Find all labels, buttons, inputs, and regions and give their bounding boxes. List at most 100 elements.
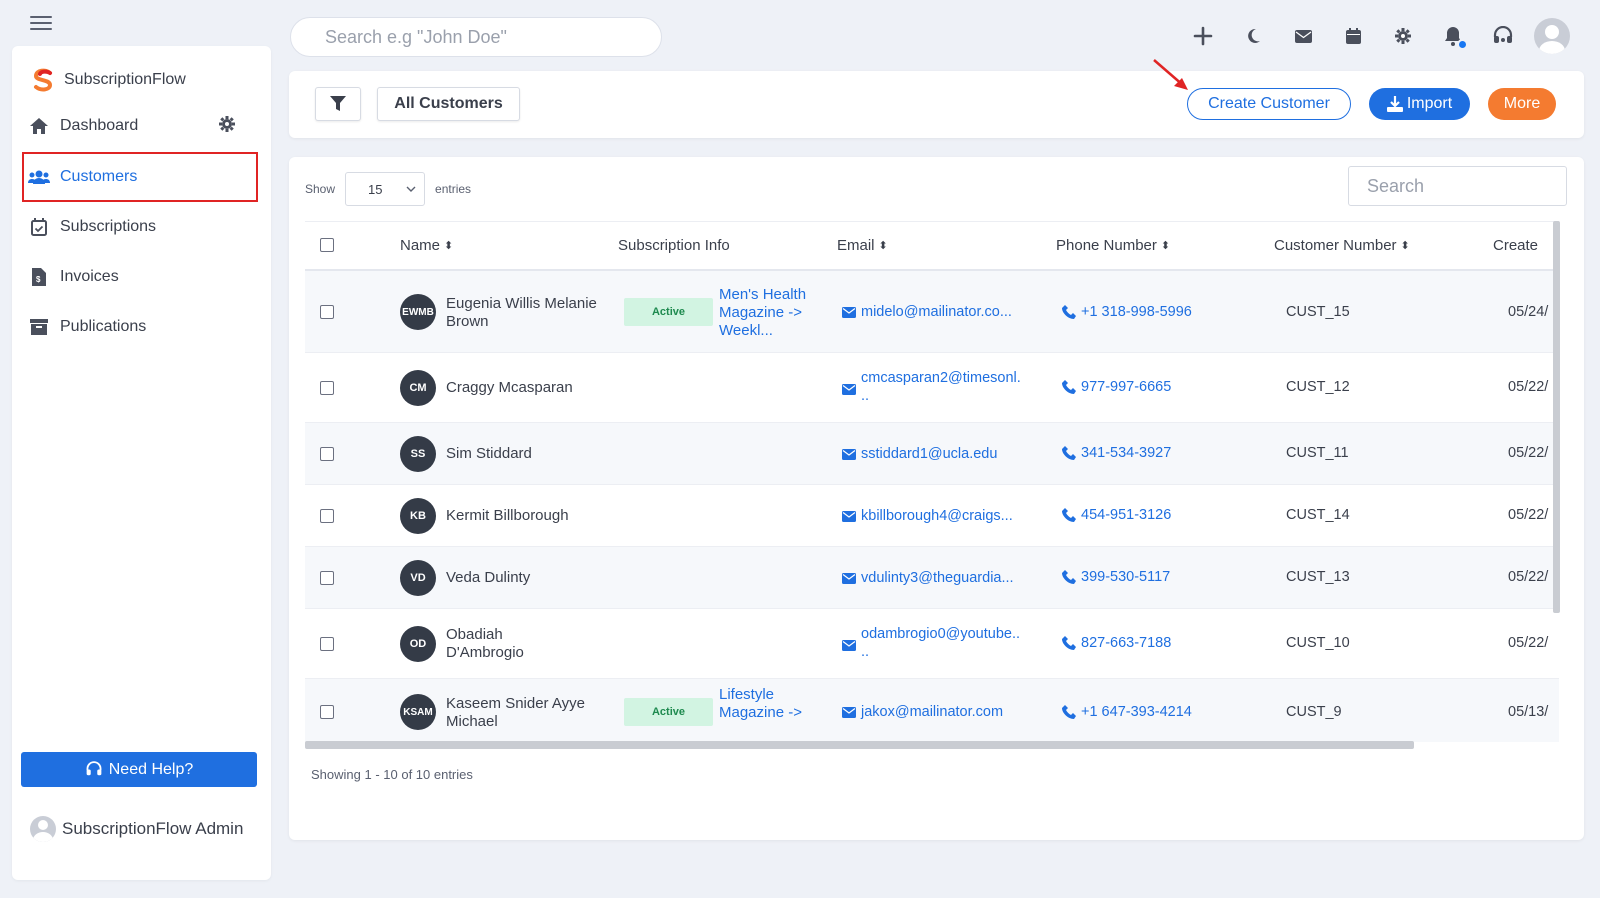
brand[interactable]: SubscriptionFlow bbox=[32, 68, 186, 92]
gear-icon[interactable] bbox=[1378, 14, 1428, 58]
sidebar-item-customers[interactable]: Customers bbox=[28, 157, 248, 197]
sidebar-item-dashboard[interactable]: Dashboard bbox=[28, 106, 248, 146]
moon-icon[interactable] bbox=[1228, 14, 1278, 58]
calendar-check-icon bbox=[28, 216, 50, 238]
customer-number: CUST_13 bbox=[1286, 569, 1350, 585]
sidebar-item-invoices[interactable]: $ Invoices bbox=[28, 257, 248, 297]
created-date: 05/22/ bbox=[1508, 635, 1549, 651]
phone-link[interactable]: 399-530-5117 bbox=[1062, 569, 1242, 585]
horizontal-scrollbar[interactable] bbox=[305, 741, 1414, 749]
customer-number: CUST_14 bbox=[1286, 507, 1350, 523]
hamburger-menu-icon[interactable] bbox=[30, 16, 52, 32]
row-checkbox[interactable] bbox=[320, 447, 334, 461]
filter-button[interactable] bbox=[315, 87, 361, 121]
customer-name[interactable]: Kermit Billborough bbox=[446, 507, 616, 525]
entries-select[interactable]: 15 bbox=[345, 172, 426, 206]
customer-number: CUST_11 bbox=[1286, 445, 1349, 461]
archive-icon bbox=[28, 316, 50, 338]
sort-icon: ⬍ bbox=[444, 240, 454, 252]
email-link[interactable]: sstiddard1@ucla.edu bbox=[842, 445, 1042, 463]
notification-dot bbox=[1457, 39, 1468, 50]
vertical-scrollbar[interactable] bbox=[1553, 221, 1560, 613]
table-row[interactable]: CM Craggy Mcasparan cmcasparan2@timesonl… bbox=[305, 353, 1559, 423]
more-button[interactable]: More bbox=[1488, 88, 1556, 120]
email-link[interactable]: cmcasparan2@timesonl. .. bbox=[842, 369, 1022, 405]
action-bar: All Customers Create Customer Import Mor… bbox=[289, 71, 1584, 138]
sidebar-item-subscriptions[interactable]: Subscriptions bbox=[28, 207, 248, 247]
svg-text:$: $ bbox=[36, 275, 41, 284]
row-checkbox[interactable] bbox=[320, 305, 334, 319]
created-date: 05/22/ bbox=[1508, 569, 1549, 585]
email-text: jakox@mailinator.com bbox=[861, 704, 1004, 720]
created-date: 05/22/ bbox=[1508, 507, 1549, 523]
email-link[interactable]: jakox@mailinator.com bbox=[842, 703, 1042, 721]
table-search-input[interactable] bbox=[1348, 166, 1567, 206]
dashboard-settings-gear-icon[interactable] bbox=[219, 116, 235, 137]
column-header-email[interactable]: Email ⬍ bbox=[837, 237, 888, 254]
phone-link[interactable]: 827-663-7188 bbox=[1062, 635, 1242, 651]
user-avatar[interactable] bbox=[1534, 18, 1570, 54]
all-customers-view-button[interactable]: All Customers bbox=[377, 87, 520, 121]
email-link[interactable]: odambrogio0@youtube.. .. bbox=[842, 625, 1022, 661]
column-header-subscription-info: Subscription Info bbox=[618, 237, 730, 254]
sort-icon: ⬍ bbox=[1160, 240, 1171, 252]
column-header-name[interactable]: Name ⬍ bbox=[400, 237, 453, 254]
phone-link[interactable]: +1 318-998-5996 bbox=[1062, 304, 1242, 320]
create-customer-button[interactable]: Create Customer bbox=[1187, 88, 1351, 120]
row-checkbox[interactable] bbox=[320, 509, 334, 523]
email-link[interactable]: vdulinty3@theguardia... bbox=[842, 569, 1042, 587]
import-button[interactable]: Import bbox=[1369, 88, 1470, 120]
home-icon bbox=[28, 115, 50, 137]
table-row[interactable]: VD Veda Dulinty vdulinty3@theguardia... … bbox=[305, 547, 1559, 609]
customer-name[interactable]: Eugenia Willis Melanie Brown bbox=[446, 295, 616, 331]
global-search-input[interactable] bbox=[290, 17, 662, 57]
table-row[interactable]: KSAM Kaseem Snider Ayye Michael Active L… bbox=[305, 679, 1559, 742]
bell-icon[interactable] bbox=[1428, 14, 1478, 58]
customer-number: CUST_10 bbox=[1286, 635, 1350, 651]
table-row[interactable]: EWMB Eugenia Willis Melanie Brown Active… bbox=[305, 271, 1559, 353]
column-header-created[interactable]: Create bbox=[1493, 237, 1538, 254]
table-row[interactable]: OD Obadiah D'Ambrogio odambrogio0@youtub… bbox=[305, 609, 1559, 679]
row-checkbox[interactable] bbox=[320, 571, 334, 585]
phone-text: 827-663-7188 bbox=[1081, 635, 1172, 651]
subscription-link[interactable]: Men's Health Magazine -> Weekl... bbox=[719, 286, 829, 340]
headset-icon[interactable] bbox=[1478, 14, 1528, 58]
customer-name[interactable]: Kaseem Snider Ayye Michael bbox=[446, 695, 616, 731]
sidebar-item-publications[interactable]: Publications bbox=[28, 307, 248, 347]
column-header-phone[interactable]: Phone Number ⬍ bbox=[1056, 237, 1170, 254]
row-checkbox[interactable] bbox=[320, 637, 334, 651]
subscription-link[interactable]: Lifestyle Magazine -> bbox=[719, 686, 829, 722]
column-label: Email bbox=[837, 237, 875, 254]
need-help-button[interactable]: Need Help? bbox=[21, 752, 257, 787]
table-row[interactable]: SS Sim Stiddard sstiddard1@ucla.edu 341-… bbox=[305, 423, 1559, 485]
phone-link[interactable]: +1 647-393-4214 bbox=[1062, 704, 1242, 720]
mail-icon bbox=[842, 511, 856, 522]
customer-name[interactable]: Craggy Mcasparan bbox=[446, 379, 616, 397]
customer-name[interactable]: Sim Stiddard bbox=[446, 445, 616, 463]
top-toolbar bbox=[1178, 14, 1570, 58]
select-all-checkbox[interactable] bbox=[320, 238, 334, 252]
phone-icon bbox=[1062, 380, 1076, 394]
calendar-icon[interactable] bbox=[1328, 14, 1378, 58]
entries-value: 15 bbox=[368, 181, 383, 197]
customer-name[interactable]: Obadiah D'Ambrogio bbox=[446, 626, 566, 662]
mail-icon[interactable] bbox=[1278, 14, 1328, 58]
phone-link[interactable]: 454-951-3126 bbox=[1062, 507, 1242, 523]
table-row[interactable]: KB Kermit Billborough kbillborough4@crai… bbox=[305, 485, 1559, 547]
row-checkbox[interactable] bbox=[320, 381, 334, 395]
admin-profile[interactable]: SubscriptionFlow Admin bbox=[30, 816, 243, 842]
row-checkbox[interactable] bbox=[320, 705, 334, 719]
mail-icon bbox=[842, 307, 856, 318]
entries-label: entries bbox=[435, 182, 472, 196]
customer-name[interactable]: Veda Dulinty bbox=[446, 569, 616, 587]
column-header-customer-number[interactable]: Customer Number ⬍ bbox=[1274, 237, 1410, 254]
plus-icon[interactable] bbox=[1178, 14, 1228, 58]
created-date: 05/13/ bbox=[1508, 704, 1549, 720]
phone-link[interactable]: 341-534-3927 bbox=[1062, 445, 1242, 461]
logo-icon bbox=[33, 68, 53, 92]
email-text: kbillborough4@craigs... bbox=[861, 508, 1013, 524]
email-link[interactable]: midelo@mailinator.co... bbox=[842, 303, 1042, 321]
admin-avatar bbox=[30, 816, 56, 842]
phone-link[interactable]: 977-997-6665 bbox=[1062, 379, 1242, 395]
email-link[interactable]: kbillborough4@craigs... bbox=[842, 507, 1042, 525]
